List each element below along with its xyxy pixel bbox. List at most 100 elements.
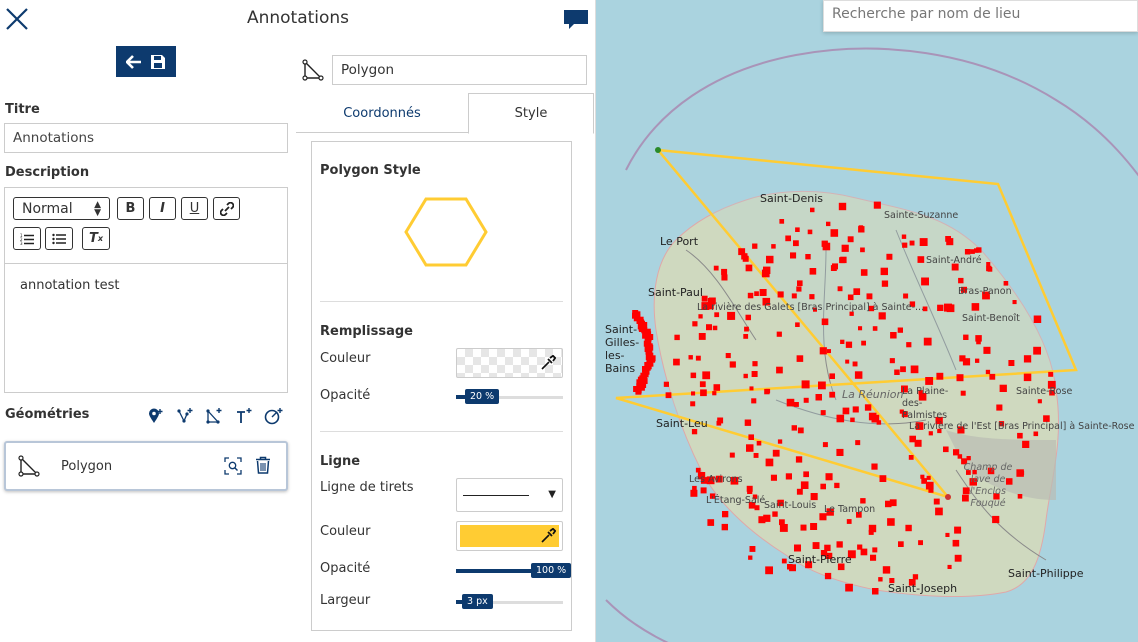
polygon-vertex[interactable] bbox=[655, 147, 661, 153]
point-marker[interactable] bbox=[822, 442, 828, 448]
point-marker[interactable] bbox=[796, 488, 803, 495]
point-marker[interactable] bbox=[810, 207, 815, 213]
point-marker[interactable] bbox=[722, 511, 729, 518]
point-marker[interactable] bbox=[692, 321, 698, 327]
point-marker[interactable] bbox=[985, 369, 991, 375]
point-marker[interactable] bbox=[946, 238, 954, 246]
point-marker[interactable] bbox=[663, 381, 669, 387]
point-marker[interactable] bbox=[860, 498, 866, 504]
point-marker[interactable] bbox=[1017, 494, 1023, 499]
point-marker[interactable] bbox=[976, 339, 981, 345]
arrow-left-icon[interactable] bbox=[126, 54, 142, 69]
point-marker[interactable] bbox=[796, 355, 804, 362]
point-marker[interactable] bbox=[1037, 399, 1042, 404]
point-marker[interactable] bbox=[790, 252, 797, 259]
point-marker[interactable] bbox=[964, 249, 971, 255]
point-marker[interactable] bbox=[873, 201, 881, 209]
point-marker[interactable] bbox=[909, 435, 916, 443]
link-icon[interactable] bbox=[213, 197, 240, 220]
point-marker[interactable] bbox=[674, 334, 680, 341]
point-marker[interactable] bbox=[841, 244, 849, 252]
point-marker[interactable] bbox=[793, 240, 799, 247]
dash-style-select[interactable]: ▼ bbox=[456, 478, 563, 512]
point-marker[interactable] bbox=[824, 544, 831, 552]
point-marker[interactable] bbox=[917, 256, 925, 263]
point-marker[interactable] bbox=[706, 324, 712, 331]
point-marker[interactable] bbox=[785, 473, 792, 480]
point-marker[interactable] bbox=[772, 511, 778, 517]
point-marker[interactable] bbox=[777, 439, 783, 444]
point-marker[interactable] bbox=[795, 322, 800, 327]
point-marker[interactable] bbox=[853, 288, 861, 295]
point-marker[interactable] bbox=[852, 406, 859, 413]
point-marker[interactable] bbox=[937, 304, 944, 311]
point-marker[interactable] bbox=[952, 539, 960, 547]
point-marker[interactable] bbox=[716, 420, 722, 426]
point-marker[interactable] bbox=[871, 414, 880, 423]
point-marker[interactable] bbox=[797, 280, 803, 286]
point-marker[interactable] bbox=[745, 314, 752, 321]
point-marker[interactable] bbox=[791, 425, 797, 431]
point-marker[interactable] bbox=[975, 358, 980, 363]
point-marker[interactable] bbox=[953, 449, 960, 456]
point-marker[interactable] bbox=[860, 269, 868, 276]
point-marker[interactable] bbox=[872, 588, 879, 595]
point-marker[interactable] bbox=[842, 407, 850, 415]
point-marker[interactable] bbox=[764, 388, 770, 395]
format-select[interactable]: Normal ▲ ▼ bbox=[13, 197, 110, 220]
point-marker[interactable] bbox=[1022, 440, 1030, 448]
point-marker[interactable] bbox=[836, 448, 844, 456]
point-marker[interactable] bbox=[829, 373, 835, 379]
point-marker[interactable] bbox=[777, 291, 784, 298]
point-marker[interactable] bbox=[926, 475, 931, 480]
point-marker[interactable] bbox=[966, 456, 971, 461]
point-marker[interactable] bbox=[901, 234, 907, 239]
point-marker[interactable] bbox=[820, 410, 826, 416]
point-marker[interactable] bbox=[752, 361, 758, 367]
point-marker[interactable] bbox=[878, 577, 883, 582]
point-marker[interactable] bbox=[976, 247, 982, 253]
point-marker[interactable] bbox=[698, 333, 706, 340]
point-marker[interactable] bbox=[741, 253, 748, 260]
point-marker[interactable] bbox=[772, 449, 780, 457]
point-marker[interactable] bbox=[830, 265, 837, 271]
point-marker[interactable] bbox=[864, 404, 872, 411]
point-marker[interactable] bbox=[1023, 373, 1032, 382]
point-marker[interactable] bbox=[759, 289, 767, 296]
point-marker[interactable] bbox=[770, 474, 777, 481]
point-marker[interactable] bbox=[795, 456, 803, 463]
trash-icon[interactable] bbox=[255, 456, 271, 478]
point-marker[interactable] bbox=[801, 380, 810, 389]
point-marker[interactable] bbox=[829, 391, 836, 398]
point-marker[interactable] bbox=[763, 514, 771, 522]
point-marker[interactable] bbox=[779, 219, 785, 224]
point-marker[interactable] bbox=[700, 389, 707, 397]
point-marker[interactable] bbox=[753, 453, 759, 458]
point-marker[interactable] bbox=[905, 524, 912, 532]
point-marker[interactable] bbox=[983, 346, 991, 354]
point-marker[interactable] bbox=[688, 355, 693, 360]
point-marker[interactable] bbox=[908, 455, 914, 460]
point-marker[interactable] bbox=[858, 225, 864, 230]
point-marker[interactable] bbox=[958, 277, 964, 284]
point-marker[interactable] bbox=[749, 386, 754, 391]
map-view[interactable]: Saint-Denis Sainte-Suzanne Le Port Saint… bbox=[596, 0, 1138, 642]
point-marker[interactable] bbox=[881, 280, 889, 287]
point-marker[interactable] bbox=[986, 262, 991, 267]
point-marker[interactable] bbox=[810, 523, 818, 530]
point-marker[interactable] bbox=[805, 254, 811, 260]
point-marker[interactable] bbox=[779, 524, 788, 532]
point-marker[interactable] bbox=[943, 446, 949, 453]
point-marker[interactable] bbox=[746, 485, 753, 492]
bold-button[interactable]: B bbox=[117, 197, 144, 220]
point-marker[interactable] bbox=[861, 340, 866, 346]
point-marker[interactable] bbox=[815, 394, 823, 401]
point-marker[interactable] bbox=[866, 293, 873, 300]
point-marker[interactable] bbox=[819, 347, 827, 355]
point-marker[interactable] bbox=[761, 269, 770, 278]
point-marker[interactable] bbox=[812, 542, 820, 549]
point-marker[interactable] bbox=[838, 202, 847, 211]
point-marker[interactable] bbox=[921, 478, 927, 484]
point-marker[interactable] bbox=[872, 547, 878, 553]
point-marker[interactable] bbox=[807, 229, 813, 235]
